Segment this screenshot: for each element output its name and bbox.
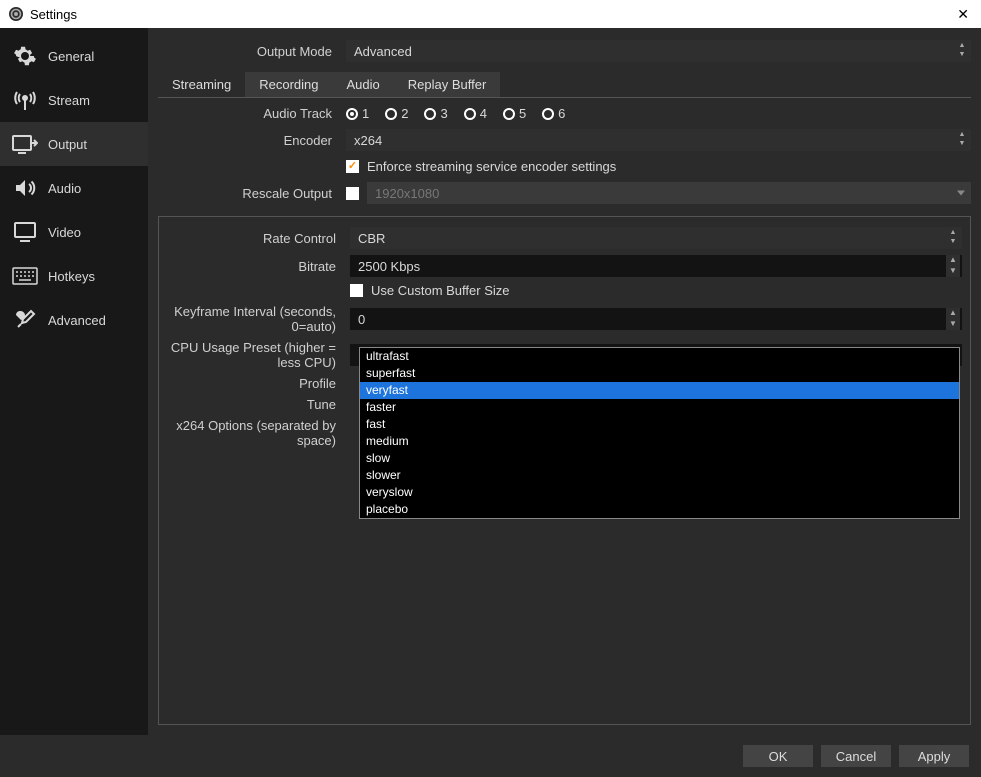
output-mode-label: Output Mode: [158, 44, 338, 59]
output-mode-value: Advanced: [354, 44, 412, 59]
output-icon: [12, 131, 38, 157]
tab-streaming[interactable]: Streaming: [158, 72, 245, 97]
cpu-preset-label: CPU Usage Preset (higher = less CPU): [167, 340, 342, 370]
x264-opts-label: x264 Options (separated by space): [167, 418, 342, 448]
dd-item-fast[interactable]: fast: [360, 416, 959, 433]
rescale-value: 1920x1080: [375, 186, 439, 201]
sidebar-item-general[interactable]: General: [0, 34, 148, 78]
audio-track-label: Audio Track: [158, 106, 338, 121]
sidebar-item-advanced[interactable]: Advanced: [0, 298, 148, 342]
rate-control-combo[interactable]: CBR ▲▼: [350, 227, 962, 249]
sidebar-item-stream[interactable]: Stream: [0, 78, 148, 122]
sidebar-label: Audio: [48, 181, 81, 196]
dialog-footer: OK Cancel Apply: [0, 735, 981, 777]
dd-item-veryfast[interactable]: veryfast: [360, 382, 959, 399]
rescale-combo: 1920x1080: [367, 182, 971, 204]
gear-icon: [12, 43, 38, 69]
dd-item-superfast[interactable]: superfast: [360, 365, 959, 382]
broadcast-icon: [12, 87, 38, 113]
output-mode-combo[interactable]: Advanced ▲▼: [346, 40, 971, 62]
dd-item-faster[interactable]: faster: [360, 399, 959, 416]
tab-audio[interactable]: Audio: [333, 72, 394, 97]
enforce-checkbox[interactable]: [346, 160, 359, 173]
audio-track-2[interactable]: 2: [385, 106, 408, 121]
sidebar-label: Advanced: [48, 313, 106, 328]
dd-item-placebo[interactable]: placebo: [360, 501, 959, 518]
window-title: Settings: [30, 7, 77, 22]
speaker-icon: [12, 175, 38, 201]
encoder-combo[interactable]: x264 ▲▼: [346, 129, 971, 151]
encoder-value: x264: [354, 133, 382, 148]
audio-track-5[interactable]: 5: [503, 106, 526, 121]
encoder-settings-box: Rate Control CBR ▲▼ Bitrate 2500 Kbps ▲▼…: [158, 216, 971, 725]
sidebar-item-video[interactable]: Video: [0, 210, 148, 254]
keyframe-value: 0: [358, 312, 365, 327]
dd-item-medium[interactable]: medium: [360, 433, 959, 450]
audio-track-group: 1 2 3 4 5 6: [346, 106, 565, 121]
enforce-label: Enforce streaming service encoder settin…: [367, 159, 616, 174]
dd-item-slow[interactable]: slow: [360, 450, 959, 467]
apply-button[interactable]: Apply: [899, 745, 969, 767]
sidebar-label: Video: [48, 225, 81, 240]
close-button[interactable]: ✕: [953, 6, 973, 23]
cpu-preset-dropdown-list[interactable]: ultrafast superfast veryfast faster fast…: [359, 347, 960, 519]
audio-track-4[interactable]: 4: [464, 106, 487, 121]
bitrate-value: 2500 Kbps: [358, 259, 420, 274]
sidebar-item-hotkeys[interactable]: Hotkeys: [0, 254, 148, 298]
title-bar: Settings ✕: [0, 0, 981, 28]
bitrate-label: Bitrate: [167, 259, 342, 274]
audio-track-3[interactable]: 3: [424, 106, 447, 121]
sidebar-item-output[interactable]: Output: [0, 122, 148, 166]
dd-item-veryslow[interactable]: veryslow: [360, 484, 959, 501]
dd-item-slower[interactable]: slower: [360, 467, 959, 484]
profile-label: Profile: [167, 376, 342, 391]
audio-track-1[interactable]: 1: [346, 106, 369, 121]
audio-track-6[interactable]: 6: [542, 106, 565, 121]
obs-logo-icon: [8, 6, 24, 22]
sidebar-label: Stream: [48, 93, 90, 108]
rate-control-label: Rate Control: [167, 231, 342, 246]
rate-control-value: CBR: [358, 231, 385, 246]
keyframe-input[interactable]: 0 ▲▼: [350, 308, 962, 330]
tune-label: Tune: [167, 397, 342, 412]
bitrate-input[interactable]: 2500 Kbps ▲▼: [350, 255, 962, 277]
cancel-button[interactable]: Cancel: [821, 745, 891, 767]
tools-icon: [12, 307, 38, 333]
output-tabs: Streaming Recording Audio Replay Buffer: [158, 72, 971, 98]
settings-sidebar: General Stream Output Audio Video Hotkey…: [0, 28, 148, 735]
sidebar-label: Hotkeys: [48, 269, 95, 284]
tab-replay-buffer[interactable]: Replay Buffer: [394, 72, 501, 97]
ok-button[interactable]: OK: [743, 745, 813, 767]
sidebar-label: General: [48, 49, 94, 64]
rescale-label: Rescale Output: [158, 186, 338, 201]
sidebar-label: Output: [48, 137, 87, 152]
custom-buffer-checkbox[interactable]: [350, 284, 363, 297]
content-pane: Output Mode Advanced ▲▼ Streaming Record…: [148, 28, 981, 735]
custom-buffer-label: Use Custom Buffer Size: [371, 283, 509, 298]
keyframe-label: Keyframe Interval (seconds, 0=auto): [167, 304, 342, 334]
sidebar-item-audio[interactable]: Audio: [0, 166, 148, 210]
encoder-label: Encoder: [158, 133, 338, 148]
rescale-checkbox[interactable]: [346, 187, 359, 200]
keyboard-icon: [12, 263, 38, 289]
tab-recording[interactable]: Recording: [245, 72, 332, 97]
monitor-icon: [12, 219, 38, 245]
dd-item-ultrafast[interactable]: ultrafast: [360, 348, 959, 365]
